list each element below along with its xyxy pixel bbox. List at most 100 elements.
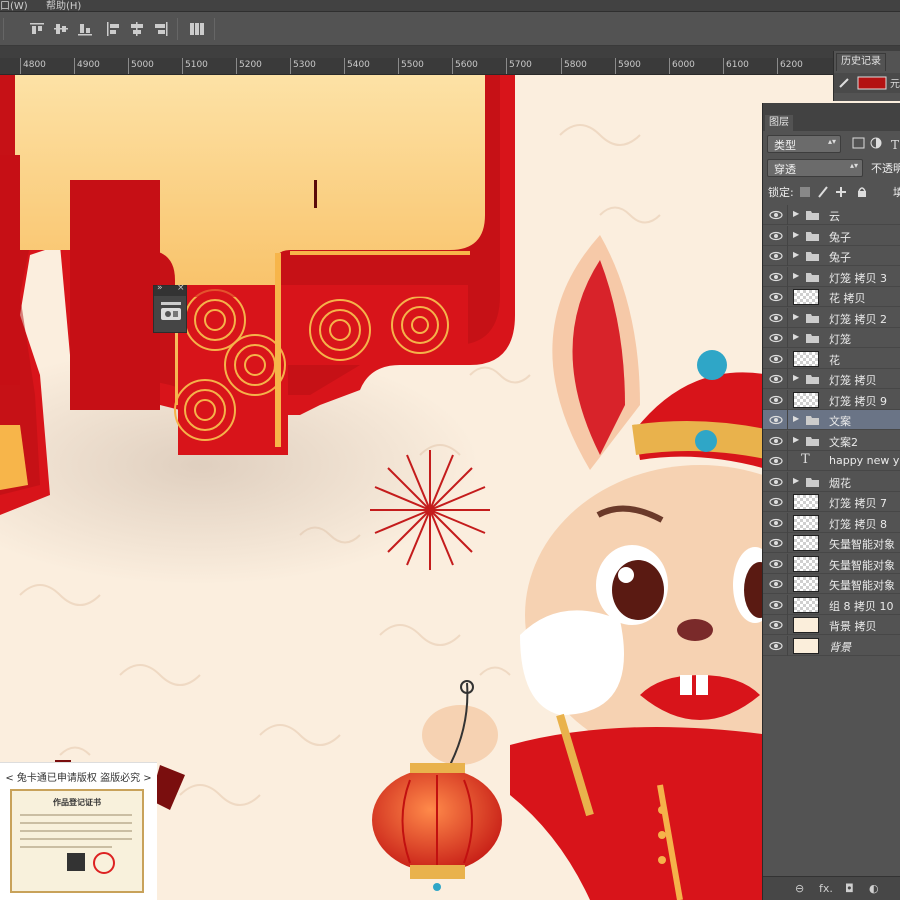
adjustment-icon[interactable]: ◐ xyxy=(869,882,879,895)
layer-row[interactable]: ▶ 灯笼 拷贝 3 xyxy=(763,266,900,287)
visibility-eye-icon[interactable] xyxy=(769,496,783,508)
lock-icons[interactable] xyxy=(799,184,879,200)
layer-row[interactable]: 灯笼 拷贝 9 xyxy=(763,389,900,410)
folder-icon xyxy=(806,436,819,446)
visibility-eye-icon[interactable] xyxy=(769,619,783,631)
layer-row[interactable]: ▶ 灯笼 xyxy=(763,328,900,348)
expand-arrow-icon[interactable]: ▶ xyxy=(793,271,799,280)
layer-row[interactable]: 花 拷贝 xyxy=(763,287,900,307)
layer-row[interactable]: ▶ 兔子 xyxy=(763,246,900,266)
visibility-eye-icon[interactable] xyxy=(769,640,783,652)
expand-arrow-icon[interactable]: ▶ xyxy=(793,414,799,423)
layer-row[interactable]: Thappy new year xyxy=(763,451,900,471)
layer-row[interactable]: 灯笼 拷贝 8 xyxy=(763,512,900,533)
expand-arrow-icon[interactable]: ▶ xyxy=(793,476,799,485)
layer-row[interactable]: 花 xyxy=(763,348,900,369)
layer-name: 灯笼 xyxy=(829,333,851,346)
layer-row[interactable]: ▶ 文案 xyxy=(763,410,900,430)
layer-row[interactable]: ▶ 云 xyxy=(763,205,900,225)
visibility-eye-icon[interactable] xyxy=(769,271,783,283)
visibility-eye-icon[interactable] xyxy=(769,373,783,385)
align-left-icon[interactable] xyxy=(104,20,122,38)
layer-row[interactable]: ▶ 烟花 xyxy=(763,471,900,492)
align-bottom-icon[interactable] xyxy=(76,20,94,38)
layer-thumbnail xyxy=(793,350,819,367)
expand-arrow-icon[interactable]: ▶ xyxy=(793,230,799,239)
folder-icon xyxy=(806,313,819,323)
expand-arrow-icon[interactable]: ▶ xyxy=(793,373,799,382)
menu-item-help[interactable]: 帮助(H) xyxy=(46,0,81,12)
layer-row[interactable]: ▶ 灯笼 拷贝 2 xyxy=(763,307,900,328)
history-row[interactable]: 元 xyxy=(834,73,900,93)
visibility-eye-icon[interactable] xyxy=(769,312,783,324)
visibility-eye-icon[interactable] xyxy=(769,435,783,447)
layer-filter-select[interactable]: 类型 ▴▾ xyxy=(767,135,841,153)
mask-icon[interactable]: ◘ xyxy=(845,882,854,895)
palette-icon[interactable] xyxy=(154,296,188,334)
layer-row[interactable]: 灯笼 拷贝 7 xyxy=(763,492,900,512)
visibility-eye-icon[interactable] xyxy=(769,599,783,611)
visibility-eye-icon[interactable] xyxy=(769,476,783,488)
expand-arrow-icon[interactable]: ▶ xyxy=(793,250,799,259)
layer-row[interactable]: ▶ 灯笼 拷贝 xyxy=(763,369,900,389)
divider xyxy=(787,451,788,471)
visibility-eye-icon[interactable] xyxy=(769,578,783,590)
layer-name: 文案 xyxy=(829,415,851,428)
layer-name: 花 拷贝 xyxy=(829,292,866,305)
fx-icon[interactable]: fx. xyxy=(819,882,833,895)
divider xyxy=(787,615,788,635)
tab-layers[interactable]: 图层 xyxy=(765,115,793,131)
layer-row[interactable]: 矢量智能对象 xyxy=(763,533,900,553)
watermark-caption: < 兔卡通已申请版权 盗版必究 > xyxy=(5,773,152,784)
layer-row[interactable]: ▶ 兔子 xyxy=(763,225,900,246)
layer-row[interactable]: 矢量智能对象 xyxy=(763,553,900,574)
divider xyxy=(787,225,788,246)
divider xyxy=(787,492,788,512)
divider xyxy=(787,430,788,451)
visibility-eye-icon[interactable] xyxy=(769,230,783,242)
align-right-icon[interactable] xyxy=(152,20,170,38)
layer-row[interactable]: 背景 xyxy=(763,635,900,656)
filter-icons[interactable]: T xyxy=(849,135,900,153)
visibility-eye-icon[interactable] xyxy=(769,394,783,406)
floating-tool-panel[interactable]: » × xyxy=(153,283,188,334)
layer-row[interactable]: 背景 拷贝 xyxy=(763,615,900,635)
layer-name: 矢量智能对象 xyxy=(829,538,895,551)
visibility-eye-icon[interactable] xyxy=(769,209,783,221)
visibility-eye-icon[interactable] xyxy=(769,250,783,262)
layer-thumbnail xyxy=(793,637,819,654)
align-vcenter-icon[interactable] xyxy=(52,20,70,38)
visibility-eye-icon[interactable] xyxy=(769,558,783,570)
layer-row[interactable]: 矢量智能对象 xyxy=(763,574,900,594)
menu-item-window[interactable]: 口(W) xyxy=(0,0,28,12)
align-hcenter-icon[interactable] xyxy=(128,20,146,38)
visibility-eye-icon[interactable] xyxy=(769,455,783,467)
close-icon[interactable]: × xyxy=(177,283,185,293)
layer-name: 灯笼 拷贝 xyxy=(829,374,877,387)
visibility-eye-icon[interactable] xyxy=(769,291,783,303)
visibility-eye-icon[interactable] xyxy=(769,517,783,529)
visibility-eye-icon[interactable] xyxy=(769,537,783,549)
distribute-icon[interactable] xyxy=(188,20,206,38)
blend-mode-select[interactable]: 穿透 ▴▾ xyxy=(767,159,863,177)
layer-name: 文案2 xyxy=(829,435,858,449)
link-layers-icon[interactable]: ⊖ xyxy=(795,882,804,895)
text-layer-icon: T xyxy=(801,452,810,467)
floating-panel-header[interactable]: » × xyxy=(154,283,186,296)
visibility-eye-icon[interactable] xyxy=(769,414,783,426)
divider xyxy=(787,307,788,328)
expand-arrow-icon[interactable]: ▶ xyxy=(793,435,799,444)
layer-row[interactable]: ▶ 文案2 xyxy=(763,430,900,451)
layer-thumbnail xyxy=(793,535,819,551)
align-top-icon[interactable] xyxy=(28,20,46,38)
divider xyxy=(787,328,788,348)
layer-name: 灯笼 拷贝 8 xyxy=(829,517,887,531)
expand-arrow-icon[interactable]: ▶ xyxy=(793,312,799,321)
visibility-eye-icon[interactable] xyxy=(769,353,783,365)
layer-row[interactable]: 组 8 拷贝 10 xyxy=(763,594,900,615)
tab-history[interactable]: 历史记录 xyxy=(836,53,886,71)
expand-arrow-icon[interactable]: ▶ xyxy=(793,209,799,218)
visibility-eye-icon[interactable] xyxy=(769,332,783,344)
collapse-icon[interactable]: » xyxy=(157,283,163,293)
expand-arrow-icon[interactable]: ▶ xyxy=(793,332,799,341)
